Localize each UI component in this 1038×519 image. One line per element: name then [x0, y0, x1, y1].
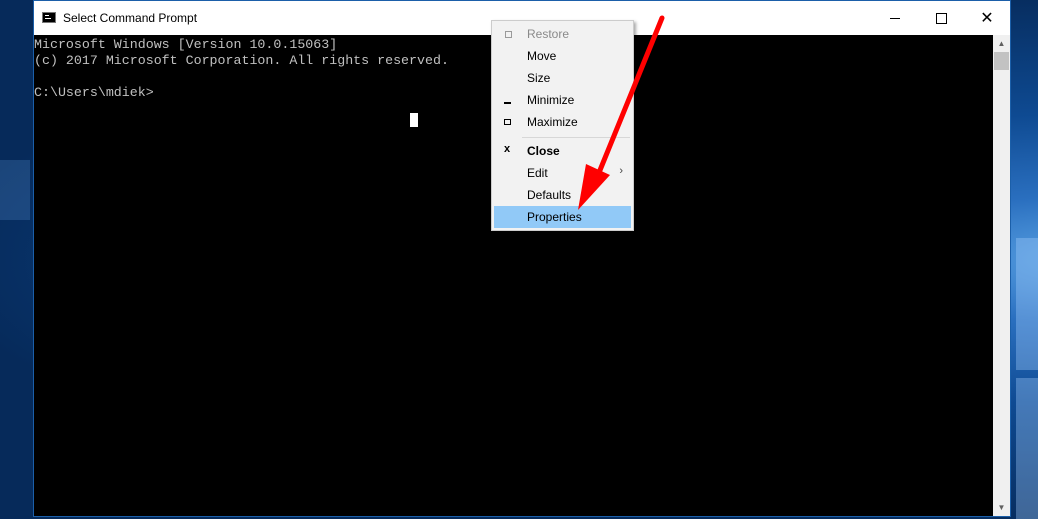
- menu-item-minimize[interactable]: Minimize: [494, 89, 631, 111]
- windows-logo-pane: [1016, 378, 1038, 519]
- scroll-up-arrow-icon[interactable]: ▲: [993, 35, 1010, 52]
- close-icon: x: [504, 143, 511, 155]
- close-button[interactable]: ✕: [964, 1, 1010, 35]
- vertical-scrollbar[interactable]: ▲ ▼: [993, 35, 1010, 516]
- menu-item-move[interactable]: Move: [494, 45, 631, 67]
- scroll-thumb[interactable]: [994, 52, 1009, 70]
- windows-logo-pane: [0, 160, 30, 220]
- windows-logo-pane: [1016, 238, 1038, 370]
- menu-item-label: Move: [527, 49, 557, 63]
- menu-item-label: Defaults: [527, 188, 572, 202]
- scroll-down-arrow-icon[interactable]: ▼: [993, 499, 1010, 516]
- minimize-icon: [890, 17, 900, 19]
- menu-item-label: Edit: [527, 166, 548, 180]
- window-title: Select Command Prompt: [63, 11, 198, 25]
- chevron-right-icon: ›: [619, 165, 623, 177]
- maximize-button[interactable]: [918, 1, 964, 35]
- menu-item-label: Maximize: [527, 115, 578, 129]
- menu-item-edit[interactable]: Edit ›: [494, 162, 631, 184]
- menu-item-size[interactable]: Size: [494, 67, 631, 89]
- menu-item-label: Size: [527, 71, 551, 85]
- minimize-button[interactable]: [872, 1, 918, 35]
- maximize-icon: [503, 115, 515, 129]
- minimize-icon: [503, 93, 515, 107]
- menu-item-restore[interactable]: Restore: [494, 23, 631, 45]
- menu-item-label: Close: [527, 144, 560, 158]
- menu-item-label: Properties: [527, 210, 582, 224]
- menu-separator: [522, 137, 630, 138]
- system-menu: Restore Move Size Minimize Maximize x Cl…: [491, 20, 634, 231]
- menu-item-label: Minimize: [527, 93, 575, 107]
- menu-item-properties[interactable]: Properties: [494, 206, 631, 228]
- menu-item-label: Restore: [527, 27, 570, 41]
- menu-item-close[interactable]: x Close: [494, 140, 631, 162]
- cmd-app-icon[interactable]: [42, 12, 56, 23]
- menu-item-defaults[interactable]: Defaults: [494, 184, 631, 206]
- text-cursor: [410, 113, 418, 127]
- maximize-icon: [935, 12, 947, 24]
- close-icon: ✕: [980, 8, 994, 27]
- menu-item-maximize[interactable]: Maximize: [494, 111, 631, 133]
- restore-icon: [503, 27, 515, 41]
